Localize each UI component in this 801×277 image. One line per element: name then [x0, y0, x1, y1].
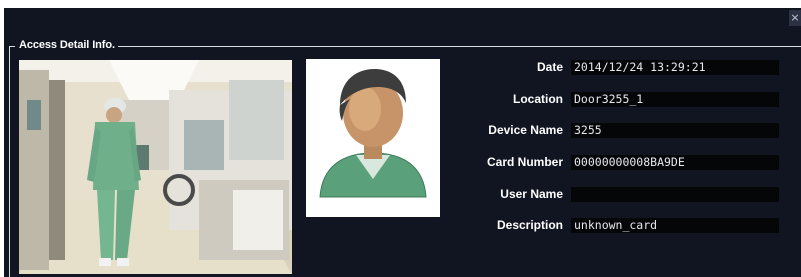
- description-value: unknown_card: [571, 218, 779, 233]
- date-label: Date: [536, 60, 563, 74]
- group-border-left: [9, 46, 10, 277]
- close-button[interactable]: ×: [789, 10, 801, 26]
- hospital-corridor-image: [19, 60, 292, 274]
- user-name-label: User Name: [500, 187, 563, 201]
- description-label: Description: [496, 218, 563, 232]
- avatar-illustration: [319, 69, 427, 198]
- device-name-value: 3255: [571, 123, 779, 138]
- snapshot-photo: [19, 60, 292, 274]
- group-border-top-right: [118, 46, 801, 47]
- user-avatar-icon: [306, 59, 440, 217]
- location-label: Location: [513, 92, 563, 106]
- card-number-label: Card Number: [486, 155, 563, 169]
- device-name-label: Device Name: [488, 123, 563, 137]
- group-title: Access Detail Info.: [17, 39, 117, 51]
- date-value: 2014/12/24 13:29:21: [571, 60, 779, 75]
- location-value: Door3255_1: [571, 92, 779, 107]
- user-name-value: [571, 187, 779, 202]
- card-number-value: 00000000008BA9DE: [571, 155, 779, 170]
